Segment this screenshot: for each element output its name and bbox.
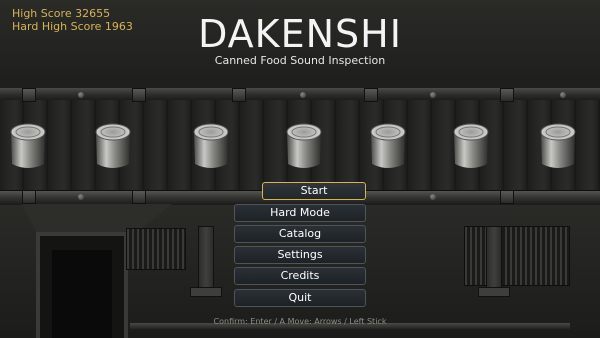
catalog-button[interactable]: Catalog xyxy=(234,225,366,243)
machine-post-base xyxy=(478,287,510,297)
rail-bracket xyxy=(132,88,146,102)
bolt xyxy=(560,92,566,98)
title-screen: High Score 32655 Hard High Score 1963 DA… xyxy=(0,0,600,338)
quit-button[interactable]: Quit xyxy=(234,289,366,307)
credits-button[interactable]: Credits xyxy=(234,267,366,285)
tin-can-icon xyxy=(453,123,489,168)
rail-bracket xyxy=(364,88,378,102)
tin-can-icon xyxy=(540,123,576,168)
controls-hint: Confirm: Enter / A Move: Arrows / Left S… xyxy=(213,317,387,326)
hard-mode-button[interactable]: Hard Mode xyxy=(234,204,366,222)
bolt xyxy=(430,92,436,98)
machine-post xyxy=(198,226,214,292)
tin-can-icon xyxy=(95,123,131,168)
rail-bracket xyxy=(500,88,514,102)
vent-grille-icon xyxy=(464,226,570,286)
machine-post-base xyxy=(190,287,222,297)
rail-bracket xyxy=(22,88,36,102)
rail-bracket xyxy=(500,190,514,204)
game-title: DAKENSHI xyxy=(198,12,402,56)
bolt xyxy=(300,92,306,98)
game-subtitle: Canned Food Sound Inspection xyxy=(214,54,386,67)
tin-can-icon xyxy=(370,123,406,168)
start-button[interactable]: Start xyxy=(262,182,366,200)
bolt xyxy=(430,194,436,200)
vent-grille-icon xyxy=(126,228,186,270)
tin-can-icon xyxy=(10,123,46,168)
settings-button[interactable]: Settings xyxy=(234,246,366,264)
rail-bracket xyxy=(232,88,246,102)
rail-bracket xyxy=(22,190,36,204)
tin-can-icon xyxy=(286,123,322,168)
machine-post xyxy=(486,226,502,292)
rail-bracket xyxy=(132,190,146,204)
bolt xyxy=(78,92,84,98)
tin-can-icon xyxy=(193,123,229,168)
bolt xyxy=(78,194,84,200)
